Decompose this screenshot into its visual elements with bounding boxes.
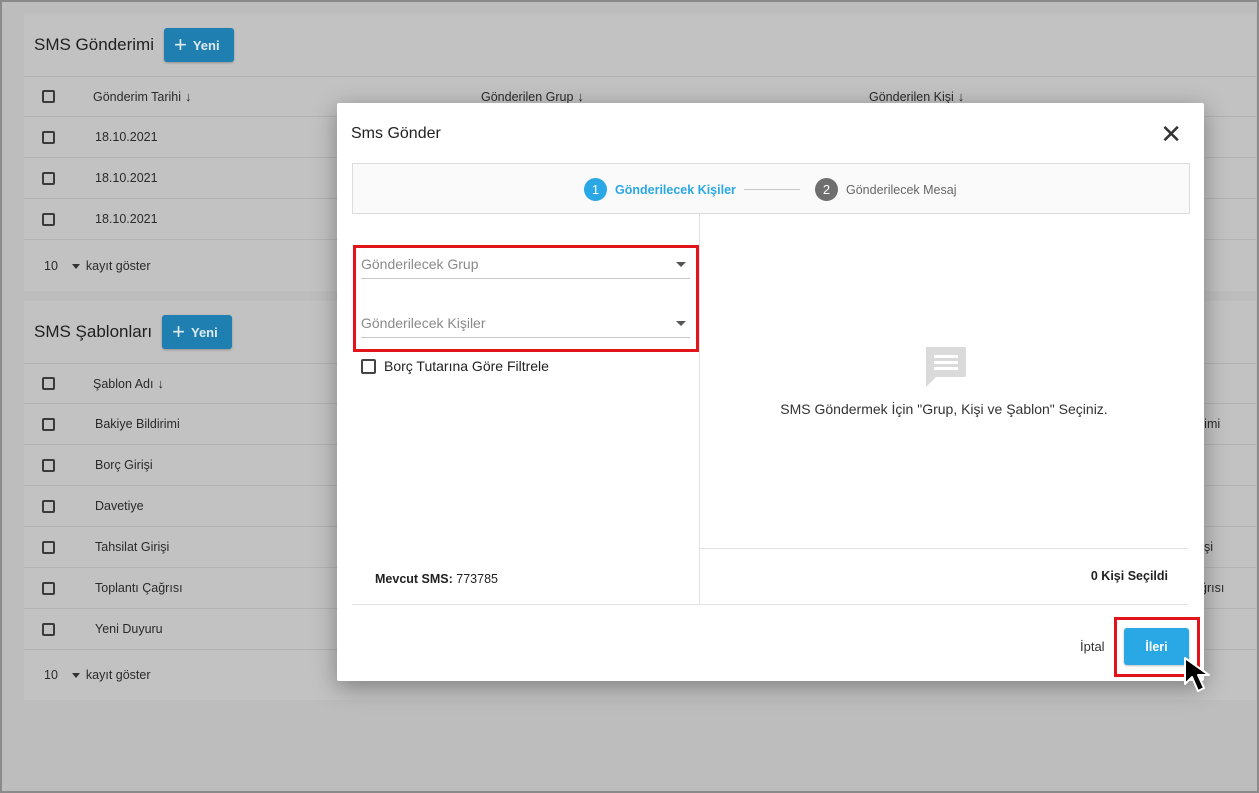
template-name: Toplantı Çağrısı [95,581,183,595]
highlight-box [353,245,699,352]
page-size-selector[interactable]: 10 kayıt göster [44,668,151,682]
close-icon[interactable]: ✕ [1160,121,1182,147]
sms-sending-title: SMS Gönderimi [34,35,154,54]
debt-filter-label: Borç Tutarına Göre Filtrele [384,358,549,374]
sms-templates-title: SMS Şablonları [34,322,153,341]
select-all-checkbox[interactable] [42,90,55,103]
row-checkbox[interactable] [42,212,55,226]
step-contacts[interactable]: 1 Gönderilecek Kişiler [584,178,736,201]
cancel-button[interactable]: İptal [1080,639,1105,654]
cursor-icon [1184,657,1210,692]
template-name: Tahsilat Girişi [95,540,170,554]
step-number: 2 [815,178,838,201]
row-checkbox[interactable] [42,540,55,554]
step-message[interactable]: 2 Gönderilecek Mesaj [815,178,956,201]
sms-sending-header: SMS Gönderimi + Yeni [24,14,1256,77]
new-sms-button[interactable]: + Yeni [163,28,234,62]
sms-balance-value: 773785 [456,572,498,586]
row-checkbox[interactable] [42,458,55,472]
template-name: Bakiye Bildirimi [95,417,180,431]
row-checkbox[interactable] [42,417,55,431]
modal-title: Sms Gönder [351,125,441,142]
selected-count: 0 Kişi Seçildi [1090,569,1168,583]
right-pane: SMS Göndermek İçin "Grup, Kişi ve Şablon… [700,214,1188,604]
row-checkbox[interactable] [42,499,55,513]
template-name: Borç Girişi [95,458,153,472]
new-sms-label: Yeni [192,37,220,53]
sms-balance: Mevcut SMS: 773785 [375,572,498,586]
page-size-value: 10 [44,259,58,273]
step-number: 1 [584,178,607,201]
stepper: 1 Gönderilecek Kişiler 2 Gönderilecek Me… [352,163,1190,214]
row-checkbox[interactable] [42,581,55,595]
sort-arrow-icon: ↓ [577,89,584,104]
checkbox-icon [361,358,376,374]
caret-down-icon [71,263,80,269]
sort-arrow-icon: ↓ [185,89,192,104]
row-date: 18.10.2021 [95,171,158,185]
column-header-group[interactable]: Gönderilen Grup ↓ [481,89,584,104]
select-all-checkbox[interactable] [42,377,55,390]
row-checkbox[interactable] [42,171,55,185]
column-header-template-name[interactable]: Şablon Adı ↓ [93,376,164,391]
caret-down-icon [71,672,80,678]
step-label: Gönderilecek Kişiler [615,182,736,197]
plus-icon: + [172,319,185,344]
plus-icon: + [173,32,187,57]
new-template-button[interactable]: + Yeni [162,315,232,349]
sort-arrow-icon: ↓ [157,376,164,391]
column-header-contact[interactable]: Gönderilen Kişi ↓ [869,89,964,104]
sms-send-modal: Sms Gönder ✕ 1 Gönderilecek Kişiler 2 Gö… [337,103,1204,681]
row-date: 18.10.2021 [95,130,158,144]
sms-balance-label: Mevcut SMS: [375,572,453,586]
divider [700,548,1188,549]
new-template-label: Yeni [190,324,218,340]
row-checkbox[interactable] [42,130,55,144]
row-checkbox[interactable] [42,622,55,636]
template-name: Yeni Duyuru [95,622,163,636]
page-size-label: kayıt göster [85,259,151,273]
divider [352,604,1188,605]
row-date: 18.10.2021 [95,212,158,226]
message-icon [926,347,966,387]
empty-message: SMS Göndermek İçin "Grup, Kişi ve Şablon… [780,401,1108,417]
template-name: Davetiye [95,499,144,513]
page-size-label: kayıt göster [85,668,151,682]
cell-fragment: şi [1204,540,1214,554]
debt-filter-checkbox[interactable]: Borç Tutarına Göre Filtrele [361,358,549,374]
step-label: Gönderilecek Mesaj [846,182,957,197]
page-size-value: 10 [44,668,58,682]
column-header-date[interactable]: Gönderim Tarihi ↓ [93,89,192,104]
step-connector [744,189,800,190]
page-size-selector[interactable]: 10 kayıt göster [44,259,151,273]
sort-arrow-icon: ↓ [957,89,965,104]
